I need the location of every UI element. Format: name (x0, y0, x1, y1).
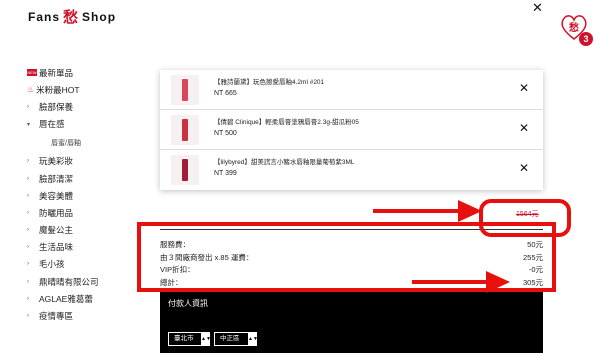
arrow-icon (373, 200, 482, 222)
remove-item-icon[interactable]: ✕ (519, 81, 529, 95)
chevron-right-icon: › (27, 278, 29, 285)
lip-gloss-bottle-icon (182, 79, 188, 101)
chevron-down-icon: ▾ (27, 121, 31, 128)
sidebar-item-aglae[interactable]: › AGLAE雅葛蕾 (27, 290, 157, 307)
product-name[interactable]: 【lilybyred】甜美謊言小豬水唇釉限量葡萄紫3ML (214, 156, 355, 166)
chevron-right-icon: › (27, 313, 29, 320)
annotation-highlight-rounded (479, 199, 571, 237)
remove-item-icon[interactable]: ✕ (519, 161, 529, 175)
chevron-right-icon: › (27, 175, 29, 182)
cart-item: 【雅詩蘭黛】玩色戀愛唇釉4.2ml #201 NT 665 ✕ (160, 70, 543, 110)
product-name[interactable]: 【雅詩蘭黛】玩色戀愛唇釉4.2ml #201 (214, 76, 324, 86)
sidebar-item-label: 毛小孩 (39, 259, 65, 270)
sidebar-item-hot[interactable]: ♨ 米粉最HOT (27, 81, 157, 98)
chevron-right-icon: › (27, 261, 29, 268)
sidebar-item-new[interactable]: NEW 最新單品 (27, 64, 157, 81)
brand-right: Shop (82, 9, 117, 24)
chevron-right-icon: › (27, 244, 29, 251)
sidebar-item-label: 臉部清潔 (39, 173, 74, 184)
product-thumbnail[interactable] (171, 155, 199, 185)
product-thumbnail[interactable] (171, 75, 199, 105)
sidebar-item-face-care[interactable]: › 臉部保養 (27, 98, 157, 115)
chevron-right-icon: › (27, 227, 29, 234)
city-select-value: 臺北市 (174, 335, 194, 342)
sidebar-item-lips[interactable]: ▾ 唇在感 (27, 116, 157, 133)
sidebar-item-sunscreen[interactable]: › 防曬用品 (27, 204, 157, 221)
sidebar-item-label: 唇在感 (39, 119, 65, 130)
chevron-right-icon: › (27, 103, 29, 110)
lipstick-icon (182, 119, 188, 141)
sidebar-item-label: 疫情專區 (39, 311, 74, 322)
sidebar-item-body[interactable]: › 美容美體 (27, 187, 157, 204)
sidebar-item-label: 唇蜜/唇釉 (51, 139, 81, 147)
fire-icon: ♨ (27, 85, 35, 95)
page-root: Fans 愁 Shop ✕ 愁 3 NEW 最新單品 ♨ 米粉最HOT › 臉部保… (0, 0, 600, 353)
new-badge-icon: NEW (27, 69, 37, 77)
district-select-value: 中正區 (220, 335, 240, 342)
product-price: NT 399 (214, 170, 237, 177)
product-thumbnail[interactable] (171, 115, 199, 145)
cart-count-badge: 3 (579, 32, 593, 46)
cart-item: 【lilybyred】甜美謊言小豬水唇釉限量葡萄紫3ML NT 399 ✕ (160, 150, 543, 190)
payer-info-section: 付款人資訊 臺北市 ▲▼ 中正區 ▲▼ (160, 292, 543, 353)
remove-item-icon[interactable]: ✕ (519, 121, 529, 135)
sidebar-item-label: 鼎晴晴有限公司 (39, 276, 99, 287)
sidebar-item-label: 玩美彩妝 (39, 156, 74, 167)
heart-cart-icon[interactable]: 愁 3 (559, 12, 593, 46)
sidebar-item-label: 臉部保養 (39, 101, 74, 112)
city-select[interactable]: 臺北市 ▲▼ (168, 332, 211, 346)
brand-mark: 愁 (63, 9, 80, 26)
chevron-right-icon: › (27, 158, 29, 165)
chevron-right-icon: › (27, 295, 29, 302)
sidebar-item-label: 生活品味 (39, 242, 74, 253)
sidebar-item-cleansing[interactable]: › 臉部清潔 (27, 170, 157, 187)
sidebar-item-label: 最新單品 (39, 67, 74, 78)
dropdown-arrow-icon: ▲▼ (201, 333, 211, 345)
sidebar-item-label: 米粉最HOT (36, 84, 80, 95)
chevron-right-icon: › (27, 192, 29, 199)
cart-item: 【倩碧 Clinique】輕柔唇膏塗鴉唇膏2.3g-甜瓜粉05 NT 500 ✕ (160, 110, 543, 150)
brand-logo[interactable]: Fans 愁 Shop (28, 6, 116, 27)
heart-mark: 愁 (569, 21, 579, 34)
sidebar-item-label: 美容美體 (39, 190, 74, 201)
sidebar-item-makeup[interactable]: › 玩美彩妝 (27, 153, 157, 170)
product-price: NT 665 (214, 90, 237, 97)
payer-info-title: 付款人資訊 (168, 299, 208, 308)
district-select[interactable]: 中正區 ▲▼ (214, 332, 258, 346)
product-name[interactable]: 【倩碧 Clinique】輕柔唇膏塗鴉唇膏2.3g-甜瓜粉05 (214, 116, 359, 126)
sidebar-item-label: 防曬用品 (39, 207, 74, 218)
chevron-right-icon: › (27, 209, 29, 216)
brand-left: Fans (28, 9, 61, 24)
sidebar-subitem-lip-gloss[interactable]: 唇蜜/唇釉 (27, 133, 157, 153)
cart-panel: 【雅詩蘭黛】玩色戀愛唇釉4.2ml #201 NT 665 ✕ 【倩碧 Clin… (160, 70, 543, 190)
sidebar-item-pandemic[interactable]: › 疫情專區 (27, 307, 157, 324)
sidebar-item-label: 魔髮公主 (39, 225, 74, 236)
product-price: NT 500 (214, 130, 237, 137)
close-icon[interactable]: ✕ (532, 0, 543, 16)
sidebar-item-label: AGLAE雅葛蕾 (39, 293, 93, 304)
lip-tint-icon (182, 159, 188, 181)
dropdown-arrow-icon: ▲▼ (248, 333, 258, 345)
